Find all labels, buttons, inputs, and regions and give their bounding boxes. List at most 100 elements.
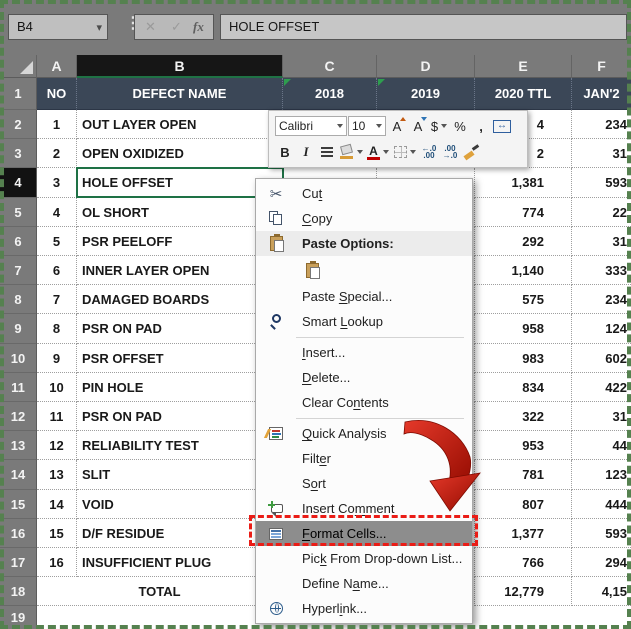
cancel-icon[interactable]: ✕ xyxy=(145,19,156,35)
menu-item-clear-contents[interactable]: Clear Contents xyxy=(256,390,472,415)
col-header-a[interactable]: A xyxy=(37,55,77,78)
col-header-f[interactable]: F xyxy=(572,55,631,78)
cell[interactable]: 4 xyxy=(37,198,77,227)
cell[interactable]: 3 xyxy=(37,168,77,198)
font-size-select[interactable]: 10 xyxy=(348,116,386,136)
italic-button[interactable]: I xyxy=(296,142,316,162)
cell[interactable]: 8 xyxy=(37,314,77,344)
cell[interactable]: 6 xyxy=(37,256,77,285)
cell[interactable]: 4,15 xyxy=(572,577,631,606)
cell[interactable]: PSR OFFSET xyxy=(77,344,283,373)
col-header-c[interactable]: C xyxy=(283,55,377,78)
col-header-e[interactable]: E xyxy=(475,55,572,78)
cell[interactable]: 123 xyxy=(572,460,631,490)
menu-paste-button[interactable] xyxy=(256,256,472,284)
cell[interactable]: 292 xyxy=(475,227,572,256)
enter-icon[interactable]: ✓ xyxy=(171,19,182,35)
menu-item-cut[interactable]: ✂Cut xyxy=(256,181,472,206)
cell[interactable]: 31 xyxy=(572,227,631,256)
cell[interactable]: 9 xyxy=(37,344,77,373)
accounting-format-button[interactable]: $ xyxy=(429,116,449,136)
cell[interactable]: 10 xyxy=(37,373,77,402)
select-all-corner[interactable] xyxy=(0,55,37,78)
cell[interactable]: 575 xyxy=(475,285,572,314)
decrease-decimal-button[interactable]: .00→.0 xyxy=(440,142,460,162)
cell[interactable]: 2 xyxy=(37,139,77,168)
cell[interactable]: PSR ON PAD xyxy=(77,314,283,344)
cell[interactable]: 602 xyxy=(572,344,631,373)
cell[interactable]: 12,779 xyxy=(475,577,572,606)
cell[interactable]: 807 xyxy=(475,490,572,519)
cell[interactable]: 1,140 xyxy=(475,256,572,285)
format-painter-button[interactable] xyxy=(461,142,481,162)
cell[interactable]: PSR PEELOFF xyxy=(77,227,283,256)
menu-item-paste-special[interactable]: Paste Special... xyxy=(256,284,472,309)
font-name-select[interactable]: Calibri xyxy=(275,116,347,136)
row-header-19[interactable]: 19 xyxy=(0,606,37,629)
cell[interactable]: 22 xyxy=(572,198,631,227)
header-cell-2018[interactable]: 2018 xyxy=(283,78,377,110)
cell[interactable]: 774 xyxy=(475,198,572,227)
cell[interactable]: DAMAGED BOARDS xyxy=(77,285,283,314)
menu-item-delete[interactable]: Delete... xyxy=(256,365,472,390)
cell[interactable]: 444 xyxy=(572,490,631,519)
col-header-d[interactable]: D xyxy=(377,55,475,78)
formula-bar[interactable]: HOLE OFFSET xyxy=(220,14,627,40)
cell[interactable]: 983 xyxy=(475,344,572,373)
header-cell-2019[interactable]: 2019 xyxy=(377,78,475,110)
menu-item-sort[interactable]: Sort▸ xyxy=(256,471,472,496)
menu-item-define-name[interactable]: Define Name... xyxy=(256,571,472,596)
cell[interactable]: PIN HOLE xyxy=(77,373,283,402)
cell[interactable]: VOID xyxy=(77,490,283,519)
cell[interactable]: 1,381 xyxy=(475,168,572,198)
cell[interactable]: 766 xyxy=(475,548,572,577)
cell-total-label[interactable]: TOTAL xyxy=(37,577,283,606)
menu-item-hyperlink[interactable]: Hyperlink... xyxy=(256,596,472,621)
header-cell-2020ttl[interactable]: 2020 TTL xyxy=(475,78,572,110)
menu-item-format-cells[interactable]: Format Cells... xyxy=(256,521,472,546)
row-header-1[interactable]: 1 xyxy=(0,78,37,110)
cell[interactable]: 31 xyxy=(572,402,631,431)
insert-function-icon[interactable]: fx xyxy=(193,19,204,35)
cell[interactable]: 15 xyxy=(37,519,77,548)
menu-item-filter[interactable]: Filter▸ xyxy=(256,446,472,471)
cell[interactable]: OUT LAYER OPEN xyxy=(77,110,283,139)
menu-item-copy[interactable]: Copy xyxy=(256,206,472,231)
cell[interactable]: 234 xyxy=(572,285,631,314)
menu-item-paste-options[interactable]: Paste Options: xyxy=(256,231,472,256)
cell[interactable]: 44 xyxy=(572,431,631,460)
header-cell-no[interactable]: NO xyxy=(37,78,77,110)
cell[interactable]: RELIABILITY TEST xyxy=(77,431,283,460)
borders-button[interactable] xyxy=(392,142,418,162)
merge-center-button[interactable]: ↔ xyxy=(492,116,512,136)
cell[interactable]: 31 xyxy=(572,139,631,168)
cell[interactable]: 422 xyxy=(572,373,631,402)
cell[interactable]: 1 xyxy=(37,110,77,139)
cell[interactable]: 5 xyxy=(37,227,77,256)
cell[interactable]: 14 xyxy=(37,490,77,519)
font-color-button[interactable]: A xyxy=(365,142,391,162)
grow-font-button[interactable]: A xyxy=(387,116,407,136)
cell[interactable]: D/F RESIDUE xyxy=(77,519,283,548)
menu-item-insert-comment[interactable]: Insert Comment xyxy=(256,496,472,521)
cell[interactable]: INNER LAYER OPEN xyxy=(77,256,283,285)
cell[interactable]: 593 xyxy=(572,519,631,548)
cell[interactable]: 234 xyxy=(572,110,631,139)
cell[interactable]: INSUFFICIENT PLUG xyxy=(77,548,283,577)
cell[interactable]: 1,377 xyxy=(475,519,572,548)
cell[interactable]: 953 xyxy=(475,431,572,460)
percent-style-button[interactable]: % xyxy=(450,116,470,136)
menu-item-smart-lookup[interactable]: Smart Lookup xyxy=(256,309,472,334)
cell[interactable]: HOLE OFFSET xyxy=(77,168,283,198)
cell[interactable]: 13 xyxy=(37,460,77,490)
cell[interactable]: OPEN OXIDIZED xyxy=(77,139,283,168)
name-box[interactable]: B4 ▾ xyxy=(8,14,108,40)
cell[interactable]: 294 xyxy=(572,548,631,577)
menu-item-quick-analysis[interactable]: Quick Analysis xyxy=(256,421,472,446)
name-box-dropdown-icon[interactable]: ▾ xyxy=(96,21,102,34)
cell[interactable]: 958 xyxy=(475,314,572,344)
col-header-b[interactable]: B xyxy=(77,55,283,78)
cell[interactable]: 322 xyxy=(475,402,572,431)
comma-style-button[interactable]: , xyxy=(471,116,491,136)
cell[interactable]: OL SHORT xyxy=(77,198,283,227)
